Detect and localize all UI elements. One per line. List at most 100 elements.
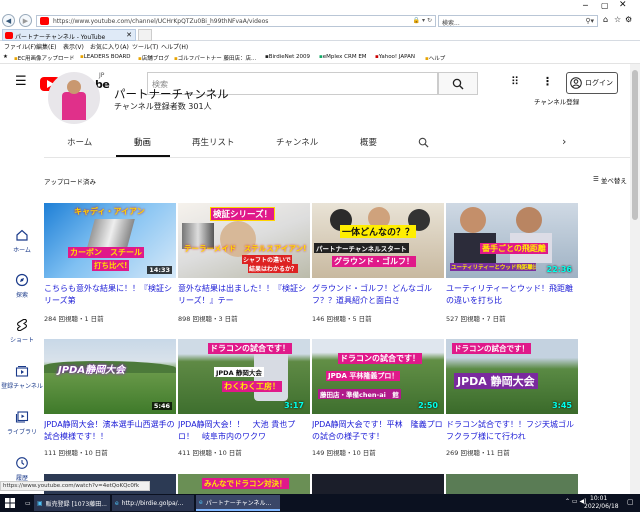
sidebar-label: 探索 (15, 292, 28, 299)
minimize-button[interactable]: ─ (583, 1, 588, 10)
taskbar-item-3[interactable]: e パートナーチャンネル... (196, 495, 280, 511)
video-title[interactable]: グラウンド・ゴルフ！どんなゴルフ？？道具紹介と面白さ (312, 283, 444, 307)
youtube-search-button[interactable] (438, 72, 478, 95)
favorites-star-icon[interactable]: ★ (3, 54, 8, 60)
search-icon[interactable]: ⚲▾ (585, 17, 594, 25)
clock-time[interactable]: 10:01 (590, 495, 607, 502)
chevron-right-icon[interactable]: › (562, 135, 566, 148)
subscribe-button[interactable]: チャンネル登録 (534, 96, 579, 106)
favorite-link-1[interactable]: ▪EC用画像アップロード (14, 54, 75, 62)
taskbar-label: 販売登録 [1073藤田... (45, 500, 107, 508)
video-thumbnail[interactable]: 検証シリーズ！ テーラーメイド ステルスアイアン! シャフトの違いで 結果はわか… (178, 203, 310, 278)
video-meta: 149 回視聴・10 日前 (312, 449, 376, 457)
sidebar-item-shorts[interactable]: ショート (0, 318, 44, 344)
sidebar-item-explore[interactable]: 探索 (0, 273, 44, 299)
menu-favorites[interactable]: お気に入り(A) (90, 42, 129, 51)
new-tab-button[interactable] (138, 29, 152, 41)
sidebar-item-subscriptions[interactable]: 登録チャンネル (0, 364, 44, 390)
person-1 (460, 207, 486, 233)
compass-icon (15, 273, 29, 287)
menu-edit[interactable]: 編集(E) (36, 42, 56, 51)
taskbar-item-2[interactable]: e http://birdie.golpa/... (112, 495, 194, 511)
thumb-overlay-text: パートナーチャンネルスタート (314, 243, 409, 253)
browser-search-input[interactable]: 検索... ⚲▾ (438, 15, 598, 27)
task-view-button[interactable]: ▭ (22, 495, 34, 511)
video-thumbnail[interactable]: ドラコンの試合です！ JPDA 静岡大会 わくわく工房！ 3:17 (178, 339, 310, 414)
favorite-link-7[interactable]: ▪Yahoo! JAPAN (375, 54, 415, 60)
task-view-icon: ▭ (25, 499, 31, 507)
tab-about[interactable]: 概要 (360, 136, 377, 148)
back-button[interactable]: ◀ (2, 14, 15, 27)
favorite-link-5[interactable]: ▪BirdieNet 2009 (265, 54, 310, 60)
sidebar-label: ライブラリ (6, 429, 37, 436)
video-title[interactable]: こちらも意外な結果に！！『検証シリーズ第 (44, 283, 176, 307)
thumb-overlay-text: ユーティリティーとウッド飛距離比較! (450, 263, 536, 271)
login-button[interactable]: ログイン (566, 72, 618, 94)
video-thumbnail[interactable] (312, 474, 444, 494)
more-options-icon[interactable]: ⋮ (542, 75, 553, 88)
video-thumbnail[interactable]: キャディ・アイアン カーボン スチール 打ち比べ! 14:33 (44, 203, 176, 278)
tab-videos[interactable]: 動画 (134, 136, 151, 148)
sidebar-item-home[interactable]: ホーム (0, 228, 44, 254)
sort-button[interactable]: ☰ 並べ替え (593, 175, 627, 185)
taskbar-item-1[interactable]: ▣ 販売登録 [1073藤田... (34, 495, 110, 511)
maximize-button[interactable]: ▢ (601, 1, 609, 10)
sort-icon: ☰ (593, 175, 599, 183)
favorite-link-4[interactable]: ▪ゴルフパートナー 藤田店：店... (174, 54, 256, 62)
video-title[interactable]: JPDA静岡大会！濱本選手山西選手の試合模様です！！ (44, 419, 176, 443)
hamburger-menu-icon[interactable]: ☰ (15, 74, 27, 89)
home-icon[interactable]: ⌂ (603, 15, 608, 24)
close-window-button[interactable]: ✕ (619, 0, 627, 10)
favorite-link-6[interactable]: ▪eMplex CRM EM (319, 54, 367, 60)
tab-title: パートナーチャンネル - YouTube (15, 34, 106, 41)
thumb-overlay-text: JPDA 平林隆義プロ！ (326, 371, 401, 381)
video-title[interactable]: ユーティリティーとウッド！飛距離の違いを打ち比 (446, 283, 578, 307)
video-thumbnail[interactable]: ドラコンの試合です！ JPDA 静岡大会 3:45 (446, 339, 578, 414)
uploads-label[interactable]: アップロード済み (44, 176, 96, 186)
menu-file[interactable]: ファイル(F) (4, 42, 36, 51)
favorite-link-3[interactable]: ▪店舗ブログ (138, 54, 169, 62)
menu-help[interactable]: ヘルプ(H) (161, 42, 188, 51)
gear-icon[interactable]: ⚙ (625, 15, 632, 24)
tab-playlists[interactable]: 再生リスト (192, 136, 235, 148)
menu-view[interactable]: 表示(V) (63, 42, 84, 51)
favorite-link-2[interactable]: ▪LEADERS BOARD (80, 54, 131, 60)
thumb-overlay-text: 藤田店・準備chen-ai 館 (318, 389, 401, 399)
channel-search-icon[interactable] (418, 137, 429, 148)
region-code: JP (99, 72, 105, 79)
video-title[interactable]: JPDA静岡大会です！平林 隆義プロの試合の様子です！ (312, 419, 444, 443)
close-tab-icon[interactable]: ✕ (126, 31, 132, 39)
forward-button[interactable]: ▶ (19, 14, 32, 27)
tab-channels[interactable]: チャンネル (276, 136, 318, 148)
scrollbar-thumb[interactable] (632, 70, 638, 220)
video-thumbnail[interactable]: 番手ごとの飛距離 ユーティリティーとウッド飛距離比較! 22:36 (446, 203, 578, 278)
video-thumbnail[interactable]: 一体どんなの？？ パートナーチャンネルスタート グラウンド・ゴルフ！ (312, 203, 444, 278)
clock-date[interactable]: 2022/06/18 (584, 503, 619, 510)
video-thumbnail[interactable]: JPDA静岡大会 5:46 (44, 339, 176, 414)
menu-tools[interactable]: ツール(T) (132, 42, 158, 51)
favorite-link-8[interactable]: ▪ヘルプ (425, 54, 445, 62)
back-arrow-icon: ◀ (5, 16, 12, 25)
video-thumbnail[interactable]: ドラコンの試合です！ JPDA 平林隆義プロ！ 藤田店・準備chen-ai 館 … (312, 339, 444, 414)
browser-tab-active[interactable]: パートナーチャンネル - YouTube ✕ (2, 29, 136, 41)
lock-refresh-icons[interactable]: 🔒 ▾ ↻ (413, 17, 432, 24)
favorites-star-icon[interactable]: ☆ (614, 15, 621, 24)
video-title[interactable]: 意外な結果は出ました！！『検証シリーズ！』テー (178, 283, 310, 307)
video-title[interactable]: ドラコン試合です！！フジ天城ゴルフクラブ様にて行われ (446, 419, 578, 443)
video-meta: 146 回視聴・5 日前 (312, 315, 372, 323)
thumb-overlay-text: ドラコンの試合です！ (452, 343, 531, 354)
thumb-overlay-text: 結果はわかるか？ (248, 264, 299, 273)
video-thumbnail[interactable] (446, 474, 578, 494)
tab-home[interactable]: ホーム (67, 136, 92, 148)
page-scrollbar[interactable] (630, 64, 640, 494)
apps-grid-icon[interactable]: ⠿ (511, 75, 519, 88)
video-thumbnail[interactable]: みんなでドラコン対決！ (178, 474, 310, 494)
video-title[interactable]: JPDA静岡大会！！ 大池 貴也プロ！ 岐阜市内のワクワ (178, 419, 310, 443)
sidebar-item-history[interactable]: 履歴 (0, 456, 44, 482)
tabs-divider (44, 157, 630, 158)
channel-avatar[interactable] (48, 72, 100, 124)
sidebar-item-library[interactable]: ライブラリ (0, 410, 44, 436)
start-button[interactable] (2, 495, 18, 511)
url-input[interactable]: https://www.youtube.com/channel/UCHrKpQT… (36, 15, 436, 27)
notification-icon[interactable]: ▢ (627, 498, 634, 506)
